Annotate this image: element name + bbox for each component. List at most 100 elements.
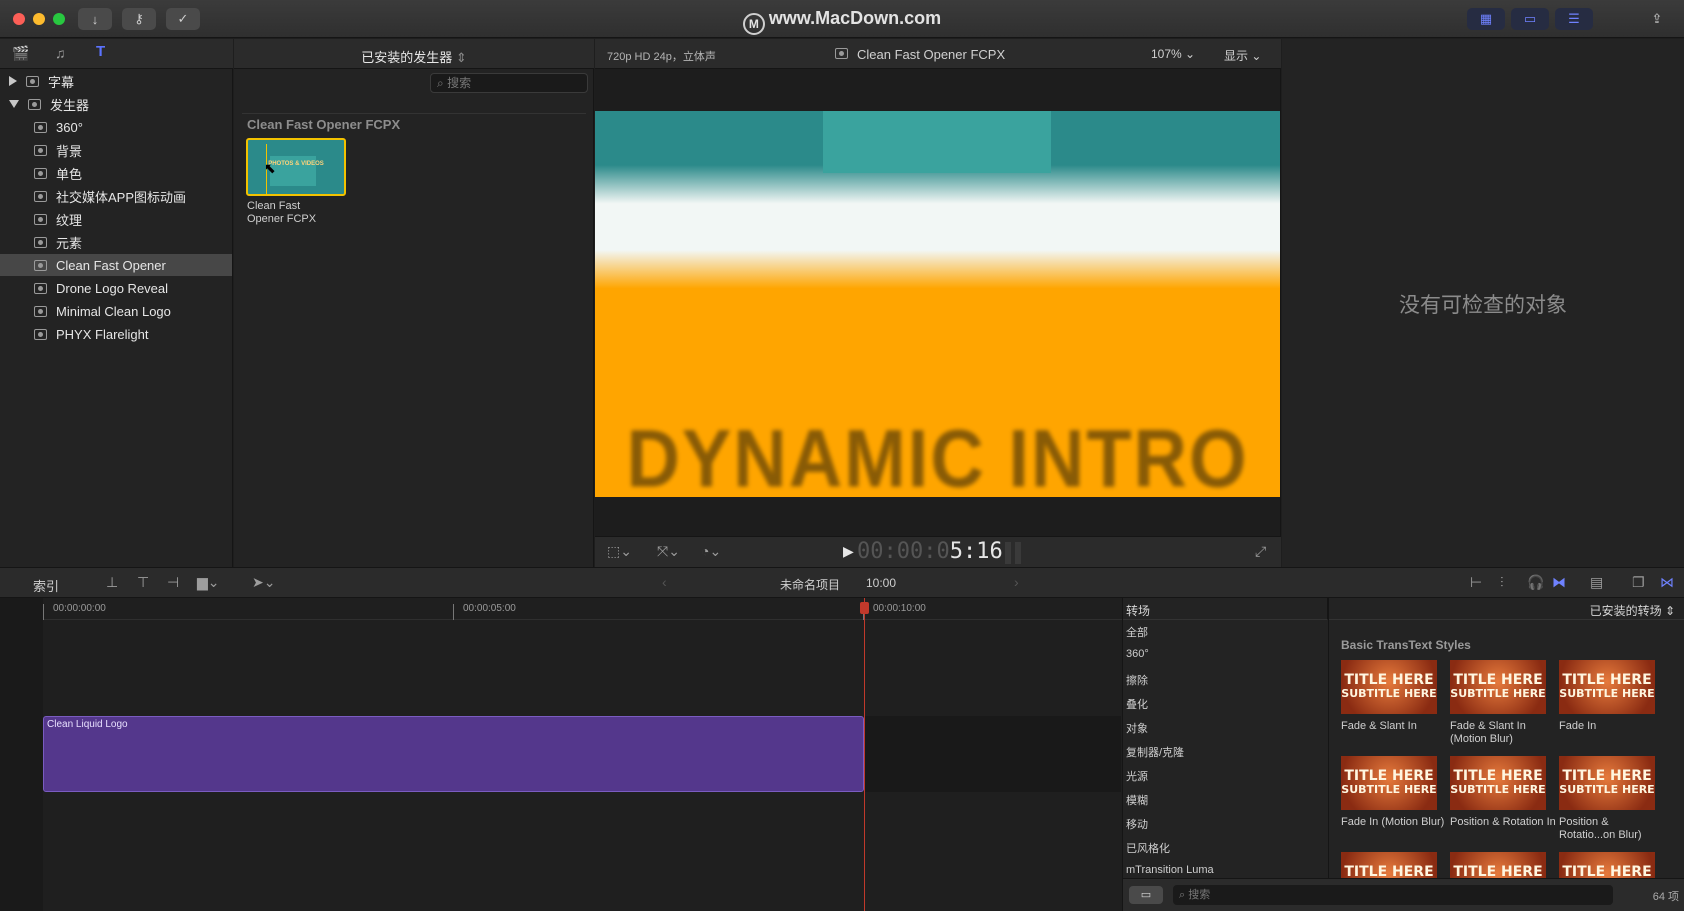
- inspector-layout-button[interactable]: ☰: [1555, 8, 1593, 30]
- transition-category[interactable]: 复制器/克隆: [1126, 744, 1326, 760]
- clip-label: Clean Liquid Logo: [47, 719, 128, 730]
- sidebar-item-label: 360°: [56, 119, 83, 135]
- transition-thumbnail[interactable]: TITLE HERESUBTITLE HERE: [1450, 852, 1546, 878]
- sidebar-item-label: Drone Logo Reveal: [56, 280, 169, 296]
- transition-category[interactable]: 已风格化: [1126, 840, 1326, 856]
- sidebar-item-label: 背景: [56, 143, 83, 159]
- sidebar-item[interactable]: 发生器: [0, 93, 232, 115]
- sidebar-item[interactable]: Drone Logo Reveal: [0, 277, 232, 299]
- sidebar-item[interactable]: 单色: [0, 162, 232, 184]
- transition-category[interactable]: 移动: [1126, 816, 1326, 832]
- timeline-gutter: [0, 598, 43, 911]
- ruler-mark: 00:00:10:00: [873, 603, 926, 614]
- forward-arrow-icon[interactable]: ›: [1014, 574, 1019, 590]
- titles-generators-icon[interactable]: T: [96, 43, 105, 60]
- sidebar-item[interactable]: 元素: [0, 231, 232, 253]
- transition-thumbnail[interactable]: TITLE HERESUBTITLE HERE: [1341, 852, 1437, 878]
- music-icon[interactable]: ♫: [55, 45, 66, 61]
- timeline-clip[interactable]: Clean Liquid Logo: [43, 716, 864, 792]
- sidebar-item[interactable]: Minimal Clean Logo: [0, 300, 232, 322]
- transition-category[interactable]: 模糊: [1126, 792, 1326, 808]
- audio-skimming-icon[interactable]: ⫶: [1500, 574, 1504, 591]
- timeline-area[interactable]: 00:00:00:00 00:00:05:00 00:00:10:00 Clea…: [0, 598, 1122, 911]
- frame-teal-block: [823, 111, 1051, 173]
- share-button[interactable]: ⇪: [1642, 8, 1672, 30]
- browser-section-title: Clean Fast Opener FCPX: [247, 117, 401, 132]
- zoom-dropdown[interactable]: 107% ⌄: [1151, 47, 1195, 61]
- timeline-layout-icon: ▭: [1523, 11, 1537, 26]
- thumb-title: TITLE HERE: [1344, 768, 1434, 784]
- sidebar-item[interactable]: PHYX Flarelight: [0, 323, 232, 345]
- sidebar-item[interactable]: 背景: [0, 139, 232, 161]
- transition-category[interactable]: 360°: [1126, 648, 1326, 660]
- play-button[interactable]: ▶: [843, 543, 854, 560]
- skimming-icon[interactable]: ⊢: [1470, 574, 1482, 591]
- transition-thumbnail[interactable]: TITLE HERESUBTITLE HERE: [1341, 660, 1437, 714]
- thumb-title: TITLE HERE: [1562, 864, 1652, 878]
- index-button[interactable]: 索引: [33, 576, 59, 595]
- chevron-down-icon: ⌄: [1185, 47, 1196, 61]
- append-clip-icon[interactable]: ⊣: [167, 574, 179, 591]
- sidebar-item-label: Clean Fast Opener: [56, 257, 166, 273]
- search-icon: ⌕: [1179, 889, 1186, 901]
- thumb-subtitle: SUBTITLE HERE: [1559, 687, 1655, 700]
- display-dropdown[interactable]: 显示 ⌄: [1224, 47, 1261, 64]
- viewer-frame[interactable]: DYNAMIC INTRO: [595, 111, 1280, 497]
- transitions-search-input[interactable]: ⌕ 搜索: [1173, 885, 1613, 905]
- browser-toolbar: 已安装的发生器 ⇕: [234, 39, 594, 69]
- sidebar-item[interactable]: 字幕: [0, 70, 232, 92]
- select-tool-icon[interactable]: ➤⌄: [252, 574, 275, 591]
- transition-thumbnail[interactable]: TITLE HERESUBTITLE HERE: [1559, 852, 1655, 878]
- transition-thumbnail[interactable]: TITLE HERESUBTITLE HERE: [1341, 756, 1437, 810]
- sidebar-toggle-button[interactable]: ▭: [1129, 886, 1163, 904]
- clip-appearance-icon[interactable]: ▤: [1590, 574, 1603, 591]
- sidebar-item[interactable]: 纹理: [0, 208, 232, 230]
- transitions-header: 转场: [1126, 604, 1151, 618]
- fullscreen-icon[interactable]: ⤢: [1255, 543, 1266, 560]
- timecode-display: 00:00:05:16: [857, 539, 1003, 564]
- transition-category[interactable]: 全部: [1126, 624, 1326, 640]
- thumb-title: TITLE HERE: [1562, 768, 1652, 784]
- sidebar-item[interactable]: Clean Fast Opener: [0, 254, 232, 276]
- disclosure-down-icon[interactable]: [9, 100, 19, 108]
- overwrite-clip-icon[interactable]: ▆⌄: [197, 574, 220, 591]
- clapper-icon[interactable]: 🎬: [12, 45, 29, 62]
- playhead-handle[interactable]: [860, 602, 869, 614]
- transform-tool-icon[interactable]: ⤧⌄: [657, 543, 680, 560]
- transition-category[interactable]: mTransition Luma: [1126, 864, 1326, 876]
- transition-category[interactable]: 光源: [1126, 768, 1326, 784]
- generator-icon: [34, 328, 47, 340]
- headphones-icon[interactable]: 🎧: [1527, 574, 1544, 591]
- library-layout-button[interactable]: ▦: [1467, 8, 1505, 30]
- transition-category[interactable]: 对象: [1126, 720, 1326, 736]
- transition-thumbnail[interactable]: TITLE HERESUBTITLE HERE: [1450, 756, 1546, 810]
- transition-category[interactable]: 擦除: [1126, 672, 1326, 688]
- transitions-footer: ▭ ⌕ 搜索 64 项: [1123, 878, 1684, 911]
- snapping-icon[interactable]: ⧓: [1552, 574, 1566, 591]
- transition-thumbnail[interactable]: TITLE HERESUBTITLE HERE: [1559, 756, 1655, 810]
- transition-category[interactable]: 叠化: [1126, 696, 1326, 712]
- generator-icon: [34, 236, 47, 248]
- view-options-icon[interactable]: ⬚⌄: [607, 543, 632, 560]
- generator-icon: [34, 121, 47, 133]
- transitions-browser-icon[interactable]: ⋈: [1660, 574, 1674, 591]
- clip-thumbnail[interactable]: PHOTOS & VIDEOS ⬉: [246, 138, 346, 196]
- back-arrow-icon[interactable]: ‹: [662, 574, 667, 590]
- insert-clip-icon[interactable]: ⊤: [137, 574, 149, 591]
- browser-title-dropdown[interactable]: 已安装的发生器 ⇕: [234, 47, 594, 66]
- retime-icon[interactable]: ◔⌄: [701, 543, 721, 560]
- generator-icon: [34, 213, 47, 225]
- effects-browser-icon[interactable]: ❐: [1632, 574, 1645, 591]
- sidebar-item[interactable]: 社交媒体APP图标动画: [0, 185, 232, 207]
- installed-transitions-dropdown[interactable]: 已安装的转场 ⇕: [1590, 602, 1675, 619]
- browser-search-input[interactable]: ⌕ 搜索: [430, 73, 588, 93]
- timeline-ruler[interactable]: 00:00:00:00 00:00:05:00 00:00:10:00: [43, 598, 1122, 620]
- transition-thumbnail[interactable]: TITLE HERESUBTITLE HERE: [1450, 660, 1546, 714]
- timeline-layout-button[interactable]: ▭: [1511, 8, 1549, 30]
- disclosure-right-icon[interactable]: [9, 76, 17, 86]
- sidebar-item[interactable]: 360°: [0, 116, 232, 138]
- timeline-toolbar: 索引 ⊥ ⊤ ⊣ ▆⌄ ➤⌄ ‹ 未命名项目 10:00 › ⊢ ⫶ 🎧 ⧓ ▤…: [0, 567, 1684, 598]
- share-icon: ⇪: [1651, 11, 1663, 26]
- connect-clip-icon[interactable]: ⊥: [106, 574, 118, 591]
- transition-thumbnail[interactable]: TITLE HERESUBTITLE HERE: [1559, 660, 1655, 714]
